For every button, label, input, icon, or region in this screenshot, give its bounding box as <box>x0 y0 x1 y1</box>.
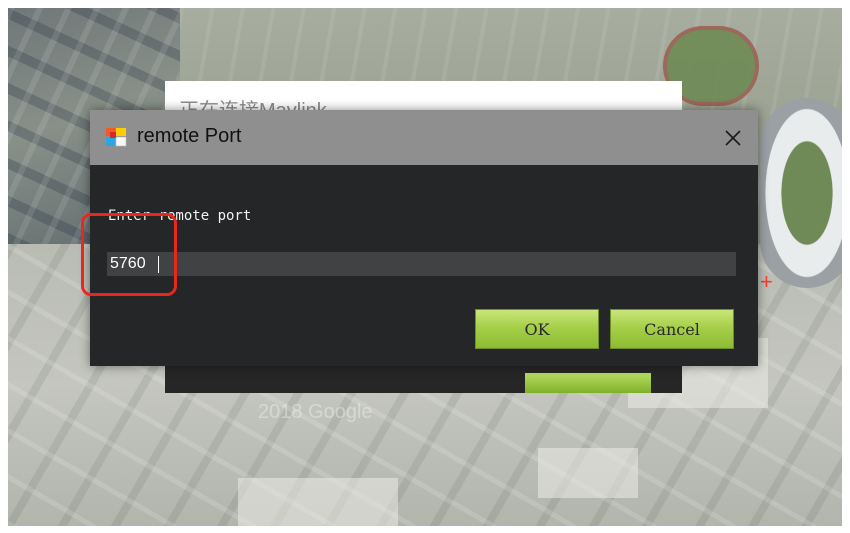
screenshot-frame: + 2018 Google 正在连接Mavlink remote Port <box>8 8 842 526</box>
map-crosshair-icon: + <box>760 269 773 294</box>
connecting-window-button[interactable] <box>525 373 651 393</box>
app-icon <box>104 125 128 149</box>
map-watermark: 2018 Google <box>258 401 373 423</box>
remote-port-input[interactable] <box>107 252 736 276</box>
map-building <box>538 448 638 498</box>
map-stadium <box>760 98 842 288</box>
close-icon[interactable] <box>716 121 750 155</box>
dialog-titlebar[interactable]: remote Port <box>90 110 758 165</box>
cancel-button[interactable]: Cancel <box>610 309 734 349</box>
map-building <box>238 478 398 526</box>
dialog-title: remote Port <box>137 125 242 147</box>
remote-port-dialog: remote Port Enter remote port OK Cancel <box>90 110 758 366</box>
annotation-highlight-box <box>81 213 177 296</box>
ok-button[interactable]: OK <box>475 309 599 349</box>
